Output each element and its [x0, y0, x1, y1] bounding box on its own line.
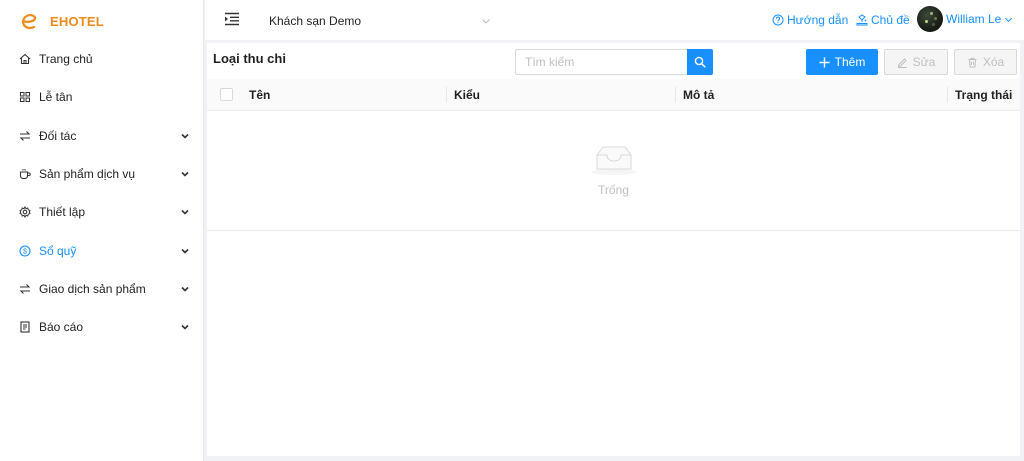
chevron-down-icon [181, 286, 189, 292]
column-header-status[interactable]: Trạng thái [955, 79, 1012, 111]
trash-icon [968, 57, 977, 67]
delete-button-label: Xóa [982, 55, 1005, 69]
guide-link-label: Hướng dẫn [787, 13, 849, 27]
svg-text:$: $ [23, 248, 27, 255]
app-name: EHOTEL [50, 13, 104, 29]
table-header: Tên Kiểu Mô tả Trạng thái [207, 79, 1020, 111]
edit-button-label: Sửa [912, 55, 936, 69]
swap-icon [19, 130, 31, 142]
top-bar: Khách sạn Demo Hướng dẫn Chủ đề William … [205, 0, 1024, 40]
chevron-down-icon [1005, 17, 1013, 22]
chevron-down-icon [482, 19, 490, 24]
question-circle-icon [772, 14, 784, 26]
theme-link[interactable]: Chủ đề [856, 13, 910, 27]
sidebar-item-partners[interactable]: Đối tác [0, 117, 204, 155]
column-divider [675, 87, 676, 103]
sidebar-item-label: Sản phẩm dịch vụ [39, 167, 136, 182]
select-all-checkbox[interactable] [220, 88, 233, 101]
ehotel-logo-icon [21, 14, 37, 30]
guide-link[interactable]: Hướng dẫn [772, 13, 848, 27]
sidebar-item-label: Đối tác [39, 128, 77, 143]
grid-icon [19, 91, 31, 103]
hotel-select-value: Khách sạn Demo [269, 14, 362, 28]
chevron-down-icon [181, 248, 189, 254]
sidebar-item-label: Thiết lập [39, 205, 86, 220]
column-header-name[interactable]: Tên [249, 79, 270, 111]
swap-icon [19, 283, 31, 295]
sidebar-item-label: Trang chủ [39, 52, 93, 67]
column-divider [446, 87, 447, 103]
sidebar-item-label: Sổ quỹ [39, 243, 77, 258]
sidebar: EHOTEL Trang chủ Lễ tân Đối tác Sản phẩm… [0, 0, 204, 461]
chevron-down-icon [181, 210, 189, 215]
edit-icon [897, 57, 907, 68]
page-title: Loại thu chi [213, 51, 286, 66]
content-card: Loại thu chi Thêm Sửa Xóa Tên Kiểu Mô tả… [207, 43, 1020, 456]
theme-link-label: Chủ đề [871, 13, 910, 27]
sidebar-item-label: Giao dịch sản phẩm [39, 281, 146, 296]
column-header-description[interactable]: Mô tả [683, 79, 714, 111]
dollar-icon: $ [19, 245, 31, 257]
add-button[interactable]: Thêm [806, 49, 878, 75]
sidebar-item-label: Báo cáo [39, 320, 84, 335]
chevron-down-icon [181, 133, 189, 139]
sidebar-item-label: Lễ tân [39, 90, 73, 105]
app-logo[interactable]: EHOTEL [20, 10, 104, 32]
search-box [515, 49, 713, 75]
column-divider [947, 87, 948, 103]
chevron-down-icon [181, 325, 189, 330]
data-table: Tên Kiểu Mô tả Trạng thái Trống [207, 79, 1020, 231]
menu-fold-icon[interactable] [224, 12, 240, 26]
search-button[interactable] [687, 49, 713, 75]
search-icon [694, 56, 706, 68]
sidebar-item-reception[interactable]: Lễ tân [0, 78, 204, 116]
theme-icon [856, 14, 868, 26]
table-empty-state: Trống [207, 111, 1020, 231]
edit-button[interactable]: Sửa [884, 49, 948, 75]
empty-inbox-icon [591, 146, 637, 175]
sidebar-menu: Trang chủ Lễ tân Đối tác Sản phẩm dịch v… [0, 40, 204, 346]
gear-icon [19, 206, 31, 219]
chevron-down-icon [181, 171, 189, 177]
empty-text: Trống [598, 183, 629, 197]
avatar [917, 6, 943, 32]
user-name: William Le [946, 12, 1002, 26]
home-icon [19, 53, 31, 65]
sidebar-item-product-transactions[interactable]: Giao dịch sản phẩm [0, 270, 204, 308]
delete-button[interactable]: Xóa [954, 49, 1017, 75]
sidebar-item-products-services[interactable]: Sản phẩm dịch vụ [0, 155, 204, 193]
coffee-icon [19, 168, 31, 180]
user-menu[interactable]: William Le [917, 5, 1013, 33]
sidebar-item-settings[interactable]: Thiết lập [0, 193, 204, 231]
plus-icon [819, 57, 830, 67]
add-button-label: Thêm [834, 55, 866, 69]
hotel-select[interactable]: Khách sạn Demo [269, 13, 491, 29]
column-header-type[interactable]: Kiểu [454, 79, 480, 111]
sidebar-item-cashbook[interactable]: $ Sổ quỹ [0, 231, 204, 269]
sidebar-item-home[interactable]: Trang chủ [0, 40, 204, 78]
search-input[interactable] [515, 49, 687, 75]
report-icon [19, 321, 31, 333]
sidebar-item-reports[interactable]: Báo cáo [0, 308, 204, 346]
